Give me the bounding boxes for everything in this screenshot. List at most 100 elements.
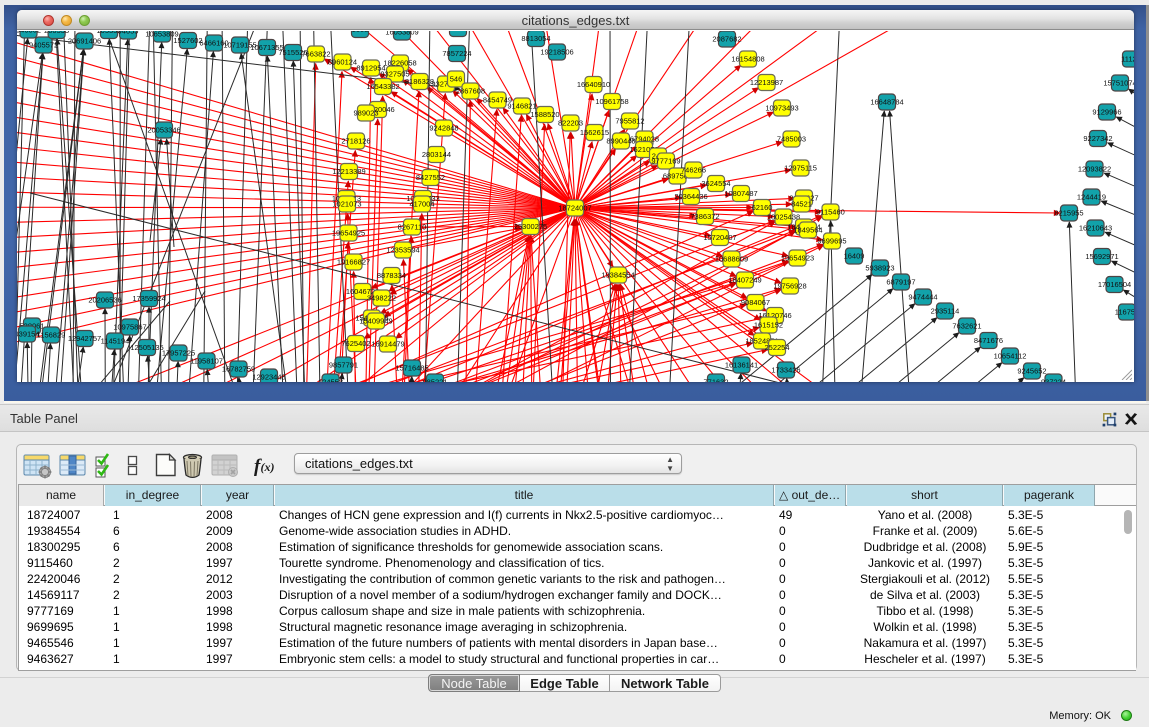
svg-text:116753: 116753	[1115, 308, 1134, 317]
svg-text:1588520: 1588520	[530, 110, 559, 119]
svg-text:19384554: 19384554	[601, 271, 634, 280]
svg-text:1009: 1009	[450, 31, 467, 33]
svg-text:12505135: 12505135	[130, 343, 163, 352]
svg-text:16914479: 16914479	[371, 340, 404, 349]
svg-text:2935114: 2935114	[931, 307, 960, 316]
svg-text:9245652: 9245652	[1017, 367, 1046, 376]
svg-text:12353594: 12353594	[386, 246, 419, 255]
svg-text:15720407: 15720407	[703, 233, 736, 242]
svg-text:9129966: 9129966	[1092, 108, 1121, 117]
svg-text:15716485: 15716485	[395, 364, 428, 373]
svg-text:11958107: 11958107	[190, 357, 223, 366]
svg-text:1527602: 1527602	[173, 36, 202, 45]
svg-text:8813054: 8813054	[521, 34, 550, 43]
svg-text:12923448: 12923448	[252, 373, 285, 382]
svg-text:15751074: 15751074	[1103, 79, 1134, 88]
svg-text:3498222: 3498222	[367, 294, 396, 303]
svg-text:2087682: 2087682	[712, 35, 741, 44]
svg-text:2803144: 2803144	[422, 150, 451, 159]
svg-text:6879197: 6879197	[886, 278, 915, 287]
svg-text:1156829: 1156829	[37, 331, 66, 340]
svg-text:62160: 62160	[752, 203, 773, 212]
svg-text:19654923: 19654923	[781, 254, 814, 263]
svg-text:16648784: 16648784	[870, 98, 903, 107]
svg-text:7955812: 7955812	[615, 117, 644, 126]
svg-text:94655: 94655	[118, 31, 139, 36]
svg-text:(x): (x)	[261, 460, 275, 474]
svg-text:8471676: 8471676	[974, 336, 1003, 345]
svg-text:7857224: 7857224	[442, 49, 471, 58]
svg-text:1003: 1003	[352, 31, 369, 34]
svg-text:7663822: 7663822	[301, 50, 330, 59]
svg-text:10654112: 10654112	[994, 352, 1027, 361]
svg-text:15409949: 15409949	[359, 317, 392, 326]
svg-text:8427552: 8427552	[416, 173, 445, 182]
svg-text:771632: 771632	[703, 378, 728, 383]
svg-text:937224: 937224	[1041, 378, 1066, 383]
svg-text:16782759: 16782759	[222, 365, 255, 374]
svg-text:15692971: 15692971	[1085, 252, 1118, 261]
svg-text:16640910: 16640910	[577, 80, 610, 89]
svg-text:16053809: 16053809	[385, 31, 418, 37]
svg-text:1145194: 1145194	[101, 337, 130, 346]
svg-text:946362: 946362	[17, 31, 41, 35]
svg-text:12213987: 12213987	[750, 78, 783, 87]
svg-text:1733426: 1733426	[771, 366, 800, 375]
svg-text:985221: 985221	[422, 378, 447, 383]
svg-text:10688609: 10688609	[715, 255, 748, 264]
svg-text:2867608: 2867608	[456, 87, 485, 96]
svg-text:9405572: 9405572	[29, 41, 58, 50]
svg-text:7386372: 7386372	[690, 212, 719, 221]
svg-text:20691406: 20691406	[68, 37, 101, 46]
svg-text:10807487: 10807487	[724, 189, 757, 198]
svg-text:9084067: 9084067	[741, 298, 770, 307]
svg-text:5938923: 5938923	[865, 264, 894, 273]
svg-text:17016504: 17016504	[1098, 280, 1131, 289]
svg-text:84521: 84521	[791, 200, 812, 209]
svg-text:11120: 11120	[1121, 55, 1134, 64]
svg-text:17359924: 17359924	[132, 294, 165, 303]
svg-text:12975115: 12975115	[784, 164, 817, 173]
svg-text:1021073: 1021073	[332, 200, 361, 209]
svg-text:10975867: 10975867	[113, 323, 146, 332]
svg-text:10025438: 10025438	[767, 213, 800, 222]
svg-text:3624554: 3624554	[701, 179, 730, 188]
svg-text:746266: 746266	[681, 166, 706, 175]
svg-text:124553: 124553	[318, 378, 343, 383]
svg-text:20053346: 20053346	[147, 126, 180, 135]
svg-text:18724007: 18724007	[558, 204, 591, 213]
svg-text:8878334: 8878334	[377, 271, 406, 280]
svg-text:9474444: 9474444	[908, 293, 937, 302]
svg-text:9227342: 9227342	[1083, 134, 1112, 143]
svg-text:25300275: 25300275	[514, 222, 547, 231]
svg-text:9699695: 9699695	[817, 237, 846, 246]
svg-text:822203: 822203	[558, 119, 583, 128]
svg-text:12093822: 12093822	[1078, 165, 1111, 174]
svg-text:19218506: 19218506	[540, 48, 573, 57]
svg-text:8960124: 8960124	[328, 58, 357, 67]
svg-text:16210643: 16210643	[1079, 224, 1112, 233]
svg-text:16136141: 16136141	[725, 361, 758, 370]
svg-text:16543382: 16543382	[366, 82, 399, 91]
svg-text:9857791: 9857791	[329, 361, 358, 370]
svg-text:7625402: 7625402	[341, 339, 370, 348]
svg-text:16409: 16409	[844, 252, 865, 261]
svg-text:19654925: 19654925	[332, 229, 365, 238]
svg-text:20206536: 20206536	[88, 296, 121, 305]
svg-text:1849564: 1849564	[793, 226, 822, 235]
svg-text:18407249: 18407249	[728, 276, 761, 285]
svg-text:20364436: 20364436	[674, 192, 707, 201]
svg-text:7632621: 7632621	[952, 322, 981, 331]
svg-text:546: 546	[450, 75, 463, 84]
svg-text:16154808: 16154808	[731, 55, 764, 64]
svg-text:8186328: 8186328	[405, 77, 434, 86]
svg-text:1562615: 1562615	[580, 128, 609, 137]
svg-text:417004: 417004	[409, 200, 434, 209]
svg-text:12942757: 12942757	[68, 334, 101, 343]
svg-text:989023: 989023	[353, 109, 378, 118]
svg-text:2718126: 2718126	[341, 137, 370, 146]
svg-text:8267110: 8267110	[398, 223, 427, 232]
svg-text:252254: 252254	[764, 343, 789, 352]
svg-text:1615152: 1615152	[754, 321, 783, 330]
svg-text:9115460: 9115460	[816, 208, 845, 217]
